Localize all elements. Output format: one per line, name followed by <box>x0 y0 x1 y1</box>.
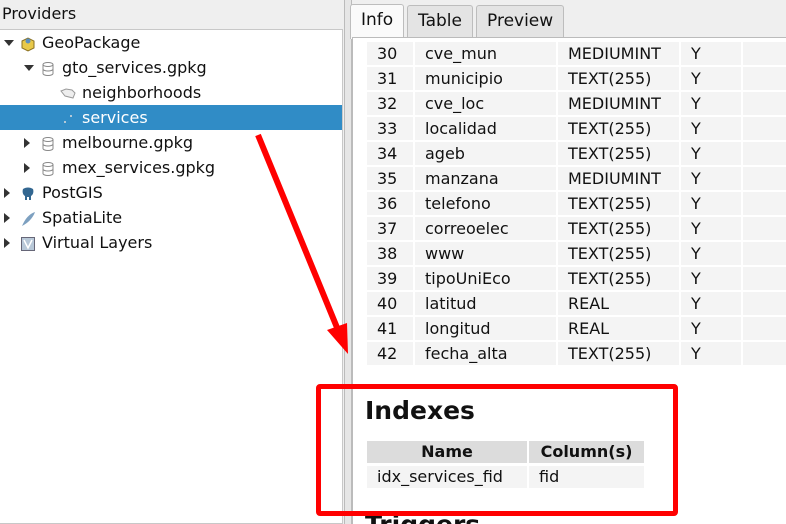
annotation-arrow <box>255 133 348 354</box>
